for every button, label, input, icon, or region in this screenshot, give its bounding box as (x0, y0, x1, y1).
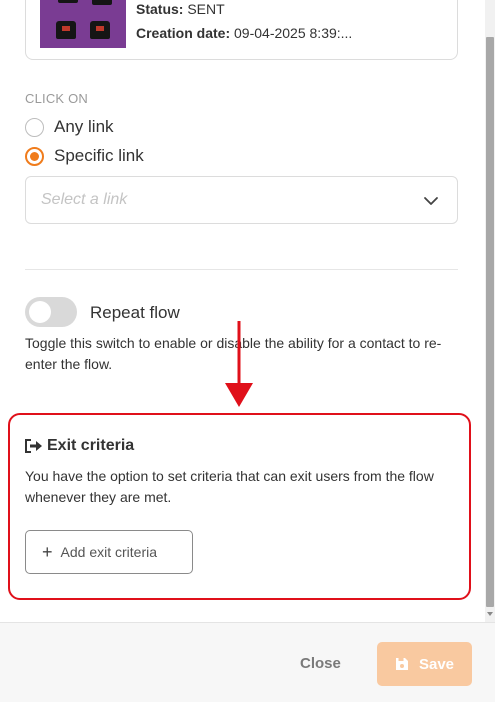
footer-bar: Close Save (0, 622, 495, 702)
close-button[interactable]: Close (300, 655, 341, 672)
creation-date-value: 09-04-2025 8:39:... (234, 25, 353, 41)
campaign-creation-date: Creation date: 09-04-2025 8:39:... (136, 25, 352, 41)
repeat-flow-label: Repeat flow (90, 303, 180, 322)
radio-any-link[interactable]: Any link (25, 117, 114, 137)
save-button-label: Save (418, 655, 455, 673)
plus-icon: + (42, 542, 53, 562)
scroll-down-arrow-icon[interactable] (487, 612, 493, 616)
section-divider (25, 269, 458, 270)
radio-button-selected[interactable] (25, 146, 44, 166)
add-exit-criteria-label: Add exit criteria (60, 544, 157, 560)
toggle-knob (29, 301, 51, 323)
add-exit-criteria-button[interactable]: + Add exit criteria (25, 530, 193, 574)
campaign-thumbnail (40, 0, 126, 48)
radio-button[interactable] (25, 117, 44, 137)
exit-criteria-description: You have the option to set criteria that… (25, 468, 434, 505)
click-on-label: CLICK ON (25, 91, 89, 106)
campaign-card: Status: SENT Creation date: 09-04-2025 8… (25, 0, 458, 60)
repeat-flow-toggle[interactable] (25, 297, 77, 327)
link-select[interactable]: Select a link (25, 176, 458, 224)
link-select-placeholder: Select a link (41, 191, 128, 208)
status-value: SENT (187, 1, 225, 17)
exit-criteria-title-text: Exit criteria (47, 437, 135, 454)
scrollbar-thumb[interactable] (486, 37, 494, 607)
campaign-status: Status: SENT (136, 1, 225, 17)
exit-icon (25, 439, 42, 453)
save-button[interactable]: Save (377, 642, 472, 686)
status-label: Status: (136, 1, 184, 17)
chevron-down-icon[interactable] (423, 193, 439, 209)
creation-date-label: Creation date: (136, 25, 231, 41)
radio-specific-link-label: Specific link (54, 146, 144, 165)
radio-specific-link[interactable]: Specific link (25, 146, 144, 166)
annotation-arrow-icon (225, 321, 253, 407)
radio-any-link-label: Any link (54, 117, 114, 136)
exit-criteria-title: Exit criteria (24, 437, 134, 455)
save-icon (395, 658, 408, 670)
